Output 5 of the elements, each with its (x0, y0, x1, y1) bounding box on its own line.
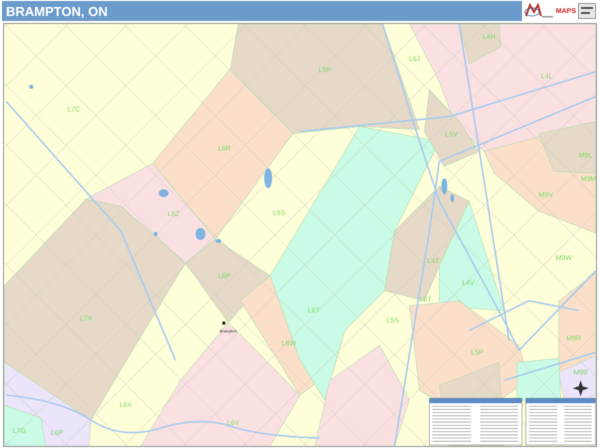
map-title: BRAMPTON, ON (6, 4, 109, 18)
logo-drawing (524, 3, 554, 19)
compass-icon (572, 380, 589, 396)
badge-icon (578, 3, 596, 19)
city-marker-icon (222, 322, 226, 325)
